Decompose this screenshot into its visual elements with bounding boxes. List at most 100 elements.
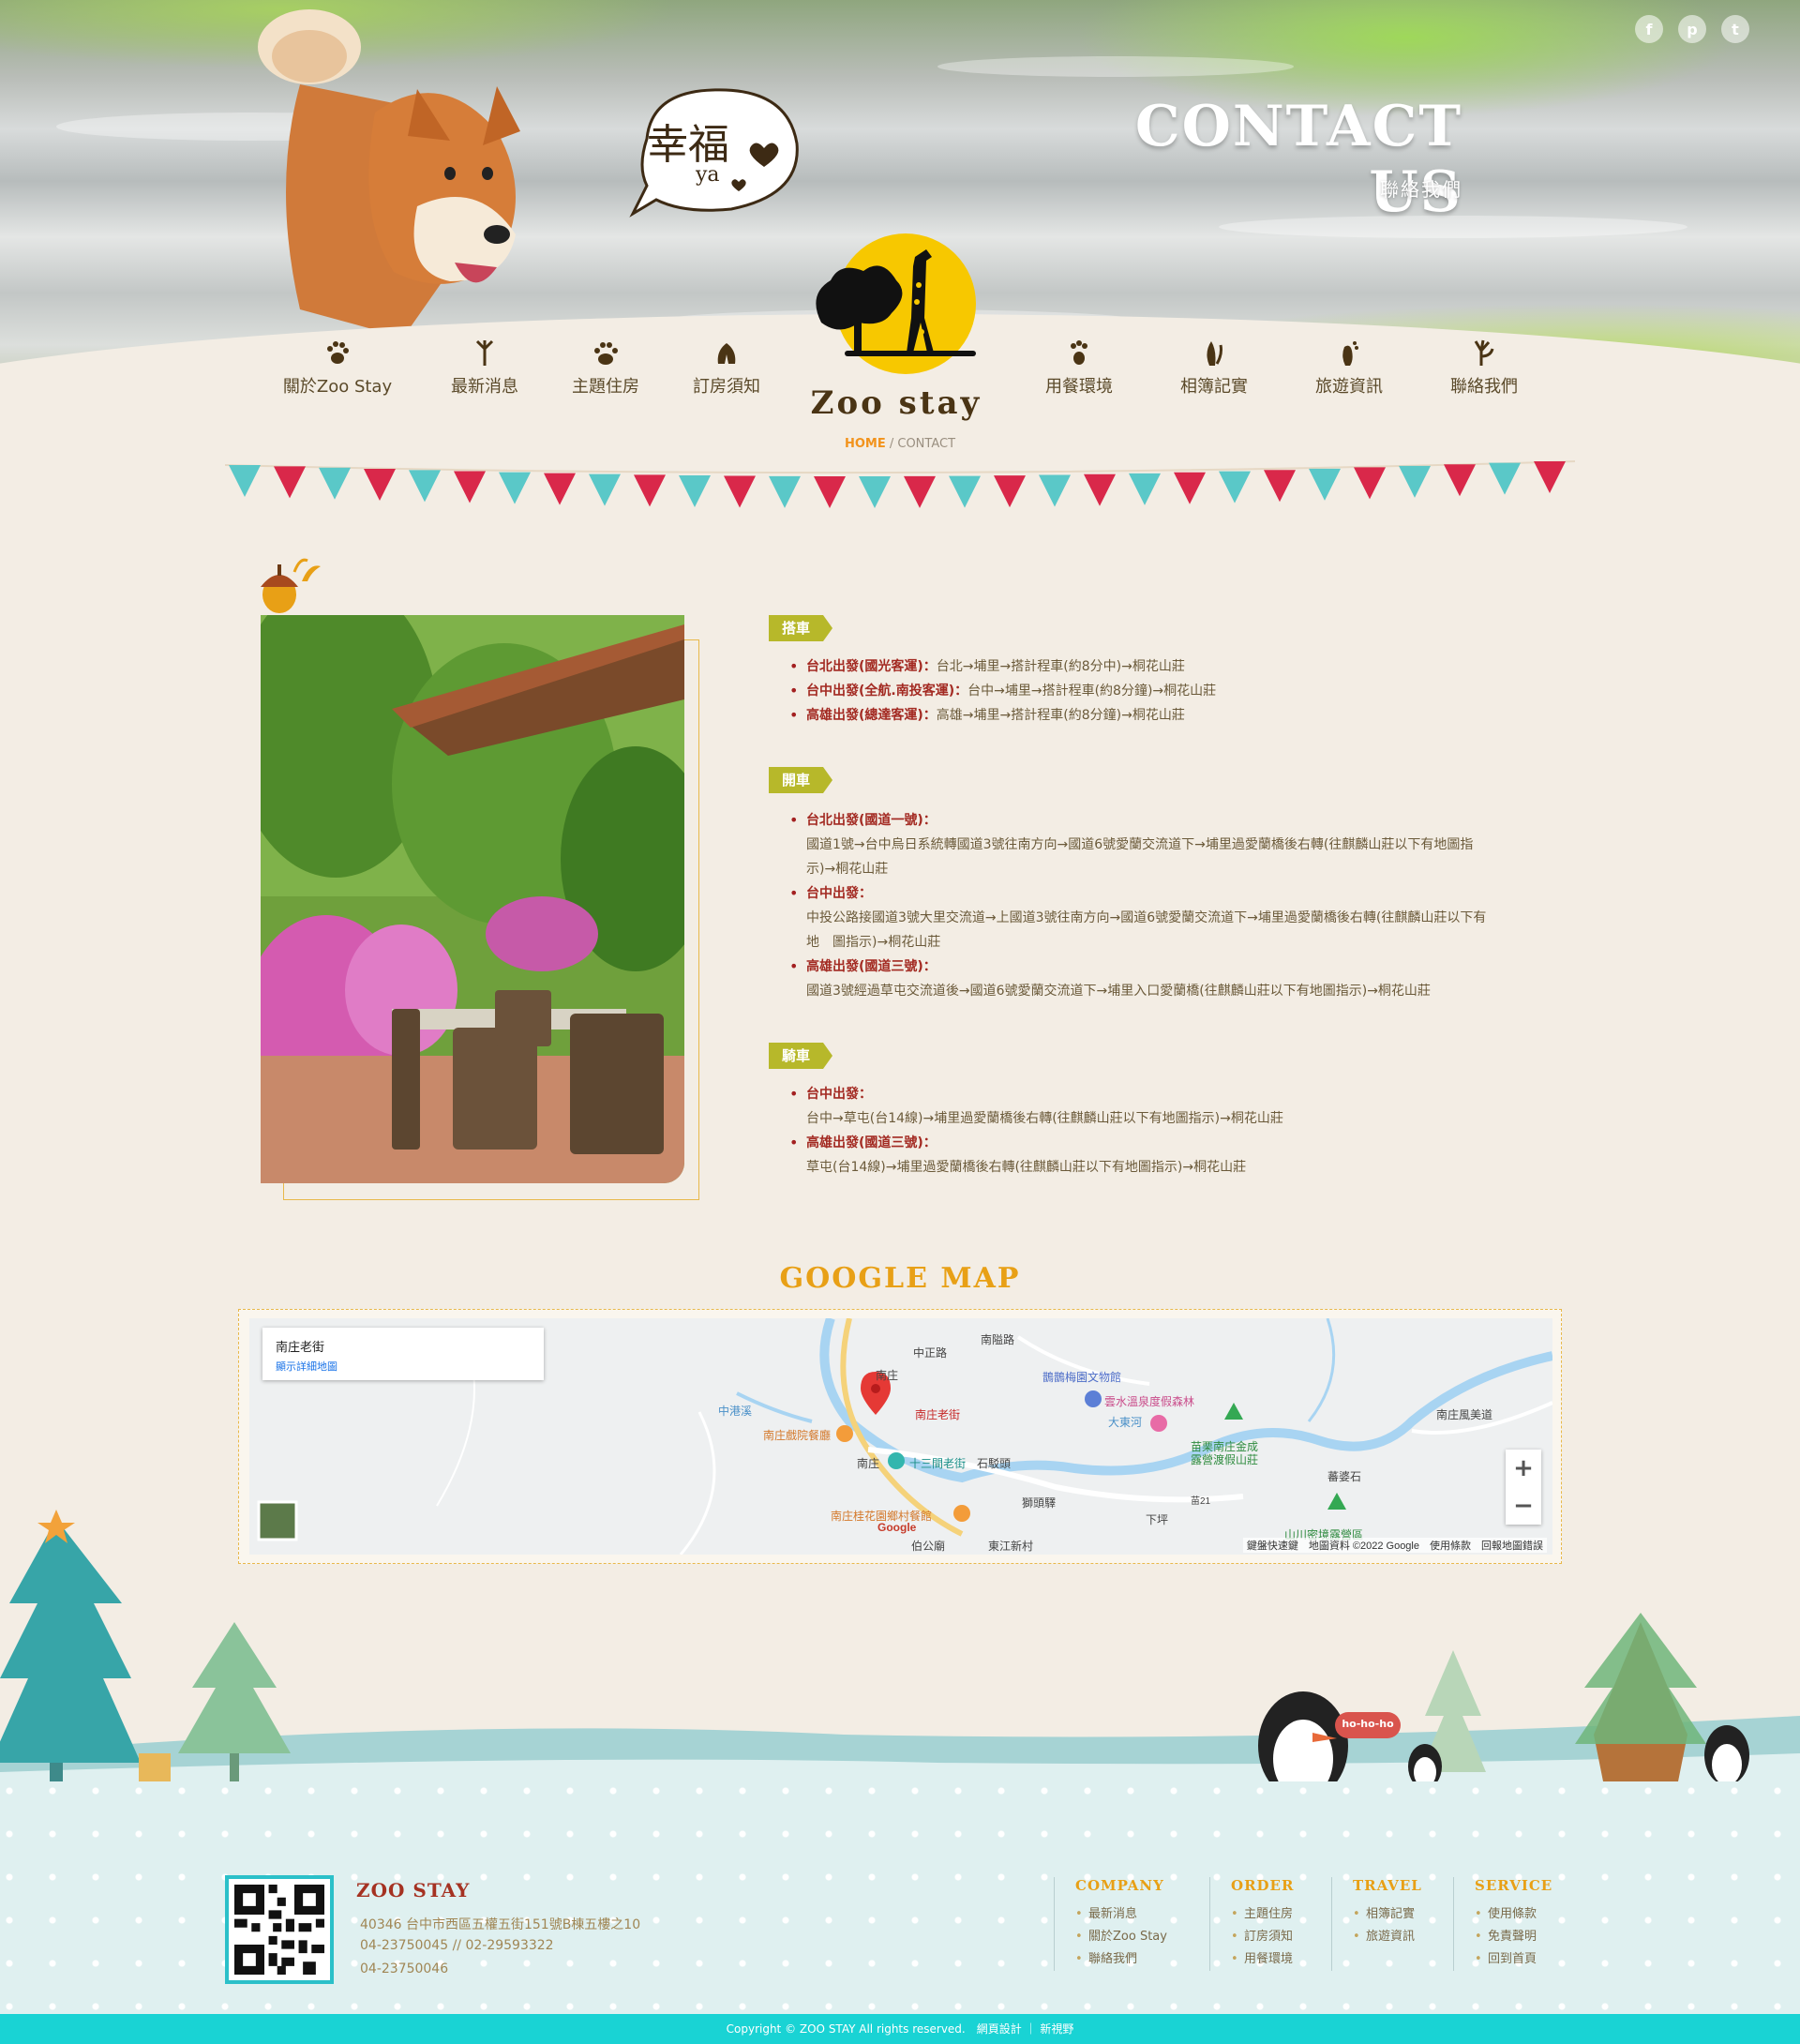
footer-col-service: SERVICE 使用條款 免責聲明 回到首頁 [1453, 1877, 1552, 1971]
nav-label: 用餐環境 [1045, 377, 1113, 397]
bunting-flag [634, 474, 666, 507]
nav-item-rooms[interactable]: 主題住房 [540, 339, 671, 398]
map-detail-link[interactable]: 顯示詳細地圖 [276, 1359, 531, 1374]
bunting-decoration [225, 460, 1575, 509]
bunting-flag [1264, 470, 1296, 503]
bunting-flag [1489, 462, 1521, 495]
winter-scene-decoration [0, 1510, 1800, 1800]
social-links: f p t [1635, 15, 1749, 43]
nav-item-about[interactable]: 關於Zoo Stay [272, 339, 403, 398]
bunting-flag [229, 465, 261, 497]
paw-icon [1071, 340, 1088, 365]
footer-col-title: COMPANY [1075, 1877, 1164, 1894]
footer-link[interactable]: 訂房須知 [1231, 1926, 1294, 1948]
bunting-flag [454, 471, 486, 503]
claw-icon [1474, 339, 1494, 366]
copyright-bar: Copyright © ZOO STAY All rights reserved… [0, 2014, 1800, 2044]
bunting-flag [499, 472, 531, 504]
nav-item-news[interactable]: 最新消息 [419, 339, 550, 398]
bunting-flag [589, 473, 621, 506]
footprint-icon [1342, 341, 1358, 366]
footer-brand: ZOO STAY [356, 1879, 471, 1901]
bubble-text: 幸福 [647, 121, 729, 169]
nav-item-contact[interactable]: 聯絡我們 [1418, 339, 1550, 398]
route-list-ride: 台中出發：台中→草屯(台14線)→埔里過愛蘭橋後右轉(往麒麟山莊以下有地圖指示)… [769, 1082, 1556, 1180]
page-subtitle: 聯絡我們 [1380, 178, 1462, 201]
bunting-flag [769, 475, 801, 508]
map-label: 南庄風美道 [1436, 1408, 1493, 1421]
bubble-subtext: ya [696, 163, 720, 187]
bunting-flag [274, 466, 306, 499]
list-item: 高雄出發(國道三號)：草屯(台14線)→埔里過愛蘭橋後右轉(往麒麟山莊以下有地圖… [769, 1131, 1556, 1180]
footer-link[interactable]: 聯絡我們 [1075, 1948, 1167, 1971]
footer-link[interactable]: 免責聲明 [1475, 1926, 1552, 1948]
nav-label: 主題住房 [572, 377, 639, 397]
nav-label: 關於Zoo Stay [282, 377, 393, 397]
twitter-icon[interactable]: t [1721, 15, 1749, 43]
nav-item-travel[interactable]: 旅遊資訊 [1283, 339, 1415, 398]
map-label: 中正路 [913, 1346, 948, 1360]
list-item: 高雄出發(總達客運)：高雄→埔里→搭計程車(約8分鐘)→桐花山莊 [769, 703, 1556, 728]
bunting-flag [1129, 473, 1161, 505]
nav-item-album[interactable]: 相簿記實 [1148, 339, 1280, 398]
footer-link[interactable]: 相簿記實 [1353, 1903, 1422, 1926]
footer-col-title: TRAVEL [1353, 1877, 1422, 1894]
footer-link[interactable]: 回到首頁 [1475, 1948, 1552, 1971]
footer-link[interactable]: 主題住房 [1231, 1903, 1294, 1926]
footer-link[interactable]: 旅遊資訊 [1353, 1926, 1422, 1948]
footer-link[interactable]: 最新消息 [1075, 1903, 1167, 1926]
patio-garden-photo [261, 615, 684, 1183]
bunting-flag [544, 473, 576, 505]
bunting-flag [409, 470, 441, 503]
list-item: 台中出發：中投公路接國道3號大里交流道→上國道3號往南方向→國道6號愛蘭交流道下… [769, 881, 1556, 954]
map-label: 南隘路 [981, 1333, 1015, 1346]
breadcrumb: HOME / CONTACT [806, 437, 994, 451]
section-tag-bus: 搭車 [769, 615, 833, 641]
hoof-icon [1207, 341, 1222, 366]
footer-link[interactable]: 關於Zoo Stay [1075, 1926, 1167, 1948]
map-label: 南庄老街 [915, 1408, 961, 1421]
breadcrumb-home[interactable]: HOME [845, 437, 886, 451]
footer-link[interactable]: 用餐環境 [1231, 1948, 1294, 1971]
bunting-flag [904, 475, 936, 508]
main-nav: 關於Zoo Stay 最新消息 主題住房 訂房須知 用餐環境 相簿記實 旅遊資訊… [0, 339, 1800, 405]
map-label: 大東河 [1108, 1416, 1143, 1429]
nav-label: 聯絡我們 [1450, 377, 1518, 397]
map-label: 南庄 [857, 1457, 880, 1470]
pinterest-icon[interactable]: p [1678, 15, 1706, 43]
footer-col-title: ORDER [1231, 1877, 1295, 1894]
nav-label: 旅遊資訊 [1315, 377, 1383, 397]
zoom-in-button[interactable]: + [1506, 1450, 1541, 1487]
map-label: 十三間老街 [909, 1457, 967, 1470]
footer-col-travel: TRAVEL 相簿記實 旅遊資訊 [1331, 1877, 1422, 1971]
bunting-flag [1219, 471, 1251, 503]
nav-item-dining[interactable]: 用餐環境 [1013, 339, 1145, 398]
bunting-flag [679, 474, 711, 507]
bunting-flag [1084, 473, 1116, 506]
nav-item-booking[interactable]: 訂房須知 [661, 339, 792, 398]
nav-label: 訂房須知 [693, 377, 760, 397]
paw-icon [327, 341, 349, 364]
qr-code [225, 1875, 334, 1984]
footer-link[interactable]: 使用條款 [1475, 1903, 1552, 1926]
paw-icon [594, 342, 618, 365]
bunting-flag [1354, 467, 1386, 500]
map-section-title: GOOGLE MAP [779, 1262, 1021, 1295]
bunting-flag [949, 475, 981, 508]
facebook-icon[interactable]: f [1635, 15, 1663, 43]
list-item: 台北出發(國光客運)：台北→埔里→搭計程車(約8分中)→桐花山莊 [769, 654, 1556, 679]
bunting-flag [1444, 464, 1476, 497]
bunting-flag [364, 469, 396, 502]
section-tag-drive: 開車 [769, 767, 833, 793]
map-label: 蕃婆石 [1328, 1470, 1362, 1483]
page-title: CONTACT US [1134, 94, 1462, 225]
footer-col-order: ORDER 主題住房 訂房須知 用餐環境 [1209, 1877, 1294, 1971]
footer-address: 40346 台中市西區五權五街151號B棟五樓之10 [360, 1917, 641, 1932]
hoof-icon [717, 343, 736, 364]
nav-label: 相簿記實 [1180, 377, 1248, 397]
bunting-flag [724, 475, 756, 508]
map-label: 石駁頭 [977, 1457, 1012, 1470]
footer-col-title: SERVICE [1475, 1877, 1553, 1894]
map-label: 南庄戲院餐廳 [763, 1429, 832, 1442]
bunting-flag [319, 467, 351, 500]
